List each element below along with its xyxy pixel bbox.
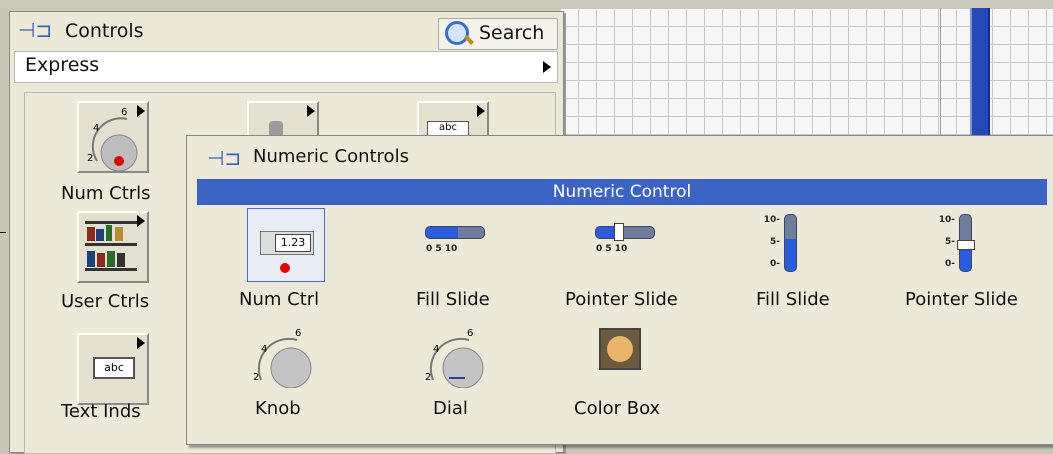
pointer-slide-label: Pointer Slide [565,289,678,310]
express-category[interactable]: Express [14,51,558,83]
numeric-control-icon: 1.23 [260,231,314,255]
user-ctrls-button[interactable] [77,211,149,283]
controls-palette-title: Controls [65,20,144,42]
dial-label: Dial [433,398,468,419]
text-inds-button[interactable]: abc [77,333,149,405]
color-box-item[interactable] [599,328,643,372]
num-ctrl-label: Num Ctrl [239,289,320,310]
svg-text:6: 6 [295,328,301,339]
search-button[interactable]: Search [438,18,558,50]
horizontal-fill-slider-icon [425,226,485,239]
controls-palette-titlebar: ⊣⊐ Controls Search [10,12,563,50]
edge-tick [0,232,6,233]
svg-text:4: 4 [261,344,267,355]
top-band [0,0,1053,8]
fill-slide-vertical-label: Fill Slide [756,289,830,310]
library-icon [85,221,137,271]
pin-icon[interactable]: ⊣⊐ [207,146,241,170]
user-ctrls-label: User Ctrls [61,291,150,312]
color-box-label: Color Box [574,398,661,419]
fill-slide-horizontal-item[interactable]: 0 5 10 [422,224,492,264]
svg-text:6: 6 [121,107,127,118]
svg-text:2: 2 [425,372,431,383]
pointer-slide-horizontal-item[interactable]: 0 5 10 [592,223,662,264]
num-ctrls-button[interactable]: 4 6 2 [77,101,149,173]
svg-text:2: 2 [253,372,259,383]
dial-icon: 4 6 2 [425,328,484,389]
red-dot-icon [280,263,290,273]
pin-icon[interactable]: ⊣⊐ [18,18,52,42]
search-icon [445,21,469,45]
knob-label: Knob [255,398,301,419]
pointer-slide-vertical-item[interactable]: 10- 5- 0- [937,214,987,276]
palette-icon [599,328,641,370]
dial-item[interactable]: 4 6 2 [419,326,491,389]
highlight-tooltip: Numeric Control [197,179,1047,205]
submenu-arrow-icon [543,61,551,73]
horizontal-pointer-slider-icon [595,226,655,239]
knob-item[interactable]: 4 6 2 [247,326,319,389]
text-indicator-icon: abc [93,357,135,379]
num-ctrl-item[interactable]: 1.23 [247,208,325,282]
numeric-palette-title: Numeric Controls [253,146,409,167]
svg-text:4: 4 [93,123,99,134]
fill-slide-label: Fill Slide [416,289,490,310]
knob-icon: 4 6 2 [87,107,138,171]
knob-icon: 4 6 2 [253,328,312,389]
fill-slide-vertical-item[interactable]: 10- 5- 0- [762,214,812,276]
svg-text:2: 2 [87,153,93,164]
num-ctrls-label: Num Ctrls [61,183,151,204]
svg-text:6: 6 [467,328,473,339]
numeric-controls-palette: ⊣⊐ Numeric Controls Numeric Control 1.23… [186,135,1053,445]
svg-text:4: 4 [433,344,439,355]
text-inds-label: Text Inds [61,401,141,422]
vertical-fill-slider-icon [784,214,797,272]
pointer-slide-vertical-label: Pointer Slide [905,289,1018,310]
